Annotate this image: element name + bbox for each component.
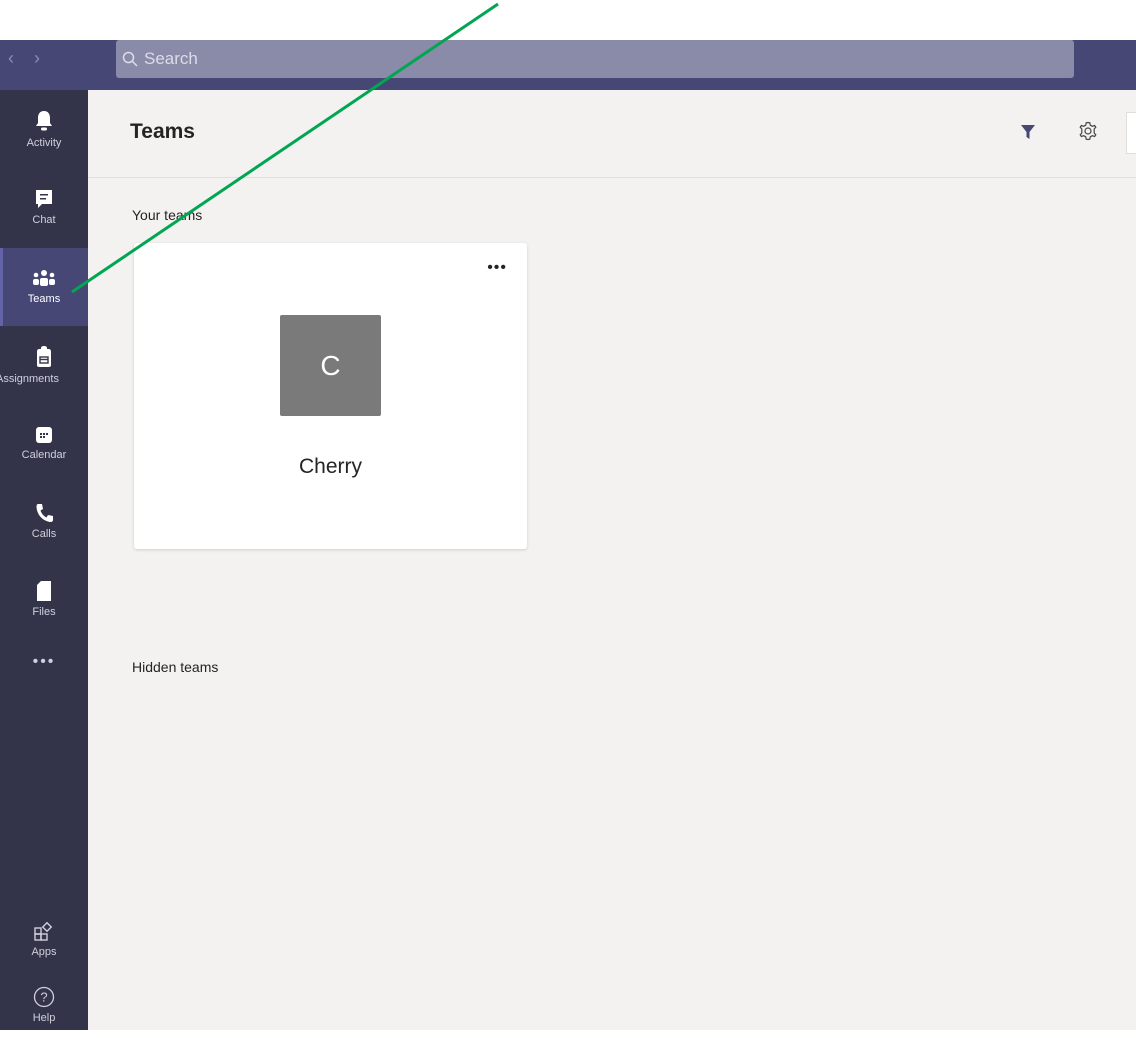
rail-label-apps: Apps [31, 946, 57, 958]
search-icon [122, 51, 138, 67]
search-placeholder: Search [144, 49, 198, 68]
phone-icon [36, 504, 53, 522]
rail-label-calendar: Calendar [21, 449, 67, 461]
team-name: Cherry [298, 455, 362, 478]
create-team-button-edge[interactable] [1126, 112, 1136, 154]
team-avatar: C [280, 315, 381, 416]
app-rail: Activity Chat Teams Assignments Calendar… [0, 90, 88, 1030]
rail-item-teams[interactable]: Teams [0, 248, 88, 326]
your-teams-heading: Your teams [132, 207, 203, 223]
file-icon [37, 581, 51, 601]
rail-label-chat: Chat [32, 214, 56, 226]
backpack-icon [37, 346, 51, 367]
help-icon: ? [33, 986, 55, 1008]
rail-label-assignments: Assignments [0, 373, 59, 385]
main-content: Teams Your teams ••• C Cherry Hidden tea… [88, 90, 1136, 1030]
history-nav: ‹ › [8, 40, 40, 76]
rail-item-assignments[interactable]: Assignments [0, 326, 88, 404]
bell-icon [36, 111, 52, 131]
rail-item-calls[interactable]: Calls [0, 482, 88, 560]
rail-label-teams: Teams [27, 293, 61, 305]
more-apps-button[interactable]: ••• [0, 642, 88, 682]
svg-text:?: ? [40, 990, 47, 1005]
page-header: Teams [88, 90, 1136, 178]
rail-label-help: Help [32, 1012, 56, 1024]
page-title: Teams [130, 120, 195, 143]
rail-item-apps[interactable]: Apps [0, 900, 88, 978]
apps-icon [34, 921, 53, 941]
gear-icon[interactable] [1078, 121, 1098, 141]
rail-label-calls: Calls [31, 528, 57, 540]
hidden-teams-heading[interactable]: Hidden teams [132, 659, 218, 675]
rail-item-files[interactable]: Files [0, 560, 88, 638]
title-bar: ‹ › Search [0, 40, 1136, 90]
back-arrow-icon[interactable]: ‹ [8, 48, 14, 69]
forward-arrow-icon[interactable]: › [34, 48, 40, 69]
more-options-icon[interactable]: ••• [487, 260, 507, 276]
filter-icon[interactable] [1020, 124, 1036, 140]
chat-icon [36, 190, 52, 208]
rail-item-activity[interactable]: Activity [0, 90, 88, 168]
rail-item-help[interactable]: ? Help [0, 978, 88, 1038]
more-icon: ••• [32, 653, 56, 670]
rail-label-files: Files [32, 606, 56, 618]
team-card[interactable]: ••• C Cherry [134, 243, 527, 549]
rail-item-chat[interactable]: Chat [0, 168, 88, 246]
rail-label-activity: Activity [26, 137, 62, 149]
team-initial: C [320, 349, 341, 381]
search-box[interactable]: Search [116, 40, 1074, 78]
rail-item-calendar[interactable]: Calendar [0, 404, 88, 482]
teams-icon [33, 270, 55, 286]
calendar-icon [36, 427, 52, 443]
